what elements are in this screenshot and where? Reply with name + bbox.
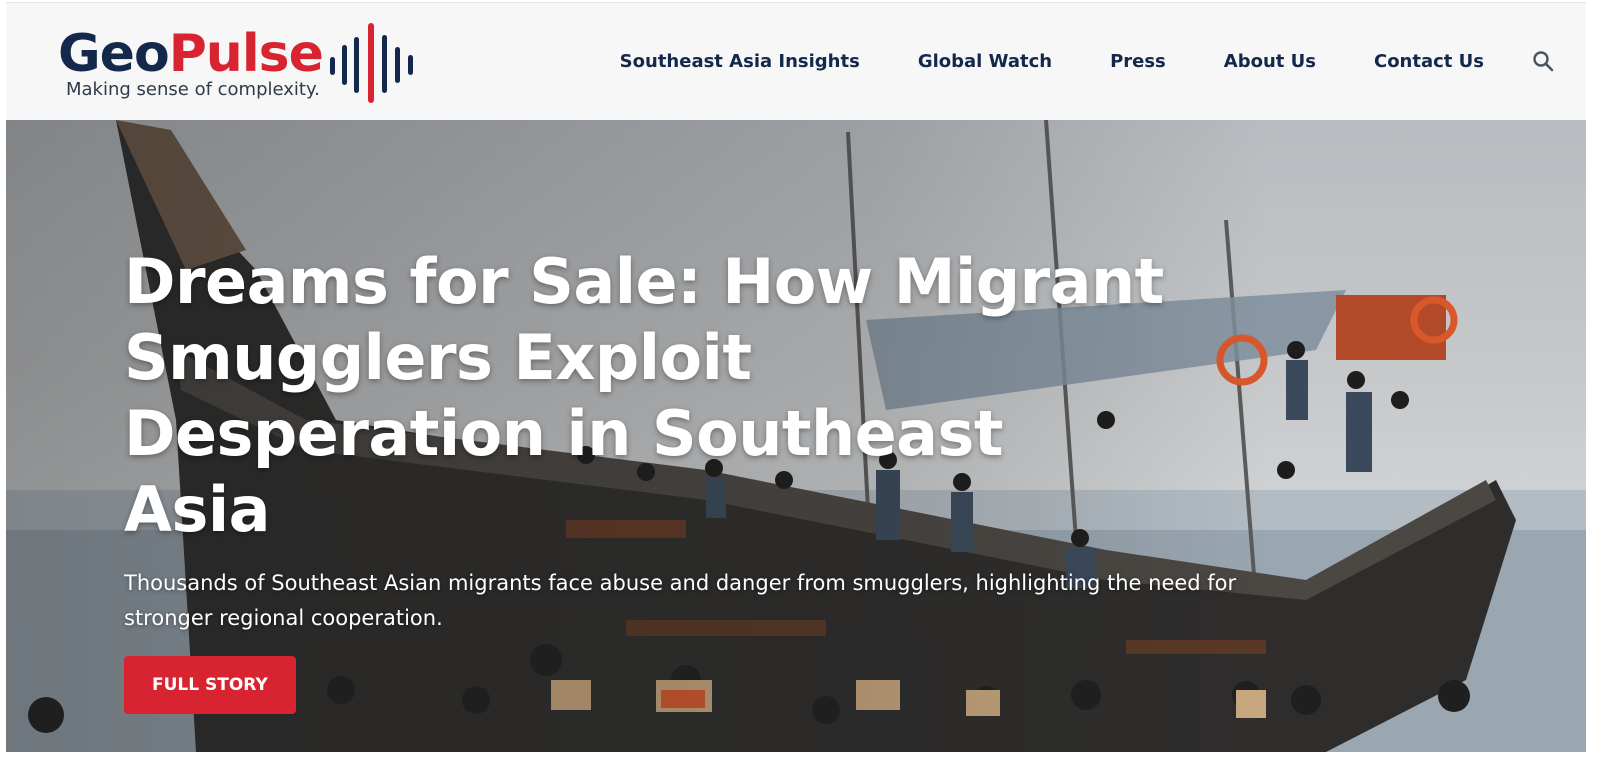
search-icon	[1533, 51, 1554, 72]
hero-content: Dreams for Sale: How Migrant Smugglers E…	[124, 244, 1304, 714]
hero-section: Dreams for Sale: How Migrant Smugglers E…	[6, 120, 1586, 752]
logo-tagline: Making sense of complexity.	[66, 79, 320, 100]
search-button[interactable]	[1530, 48, 1556, 74]
site-header: GeoPulse Making sense of complexity. Sou…	[6, 2, 1586, 120]
logo-pulse-text: Pulse	[168, 24, 324, 84]
logo-wordmark: GeoPulse	[58, 23, 324, 85]
nav-item-press[interactable]: Press	[1110, 51, 1166, 72]
pulse-wave-icon	[330, 23, 413, 103]
full-story-button[interactable]: FULL STORY	[124, 656, 296, 714]
hero-title[interactable]: Dreams for Sale: How Migrant Smugglers E…	[124, 244, 1164, 548]
main-nav: Southeast Asia Insights Global Watch Pre…	[620, 41, 1556, 81]
nav-item-global-watch[interactable]: Global Watch	[918, 51, 1052, 72]
page-right-edge	[1586, 0, 1600, 766]
page: GeoPulse Making sense of complexity. Sou…	[0, 0, 1600, 766]
site-logo[interactable]: GeoPulse Making sense of complexity.	[58, 23, 438, 107]
hero-summary: Thousands of Southeast Asian migrants fa…	[124, 571, 1237, 630]
logo-geo-text: Geo	[58, 24, 170, 84]
nav-item-about-us[interactable]: About Us	[1224, 51, 1316, 72]
nav-item-southeast-asia-insights[interactable]: Southeast Asia Insights	[620, 51, 860, 72]
nav-item-contact-us[interactable]: Contact Us	[1374, 51, 1484, 72]
